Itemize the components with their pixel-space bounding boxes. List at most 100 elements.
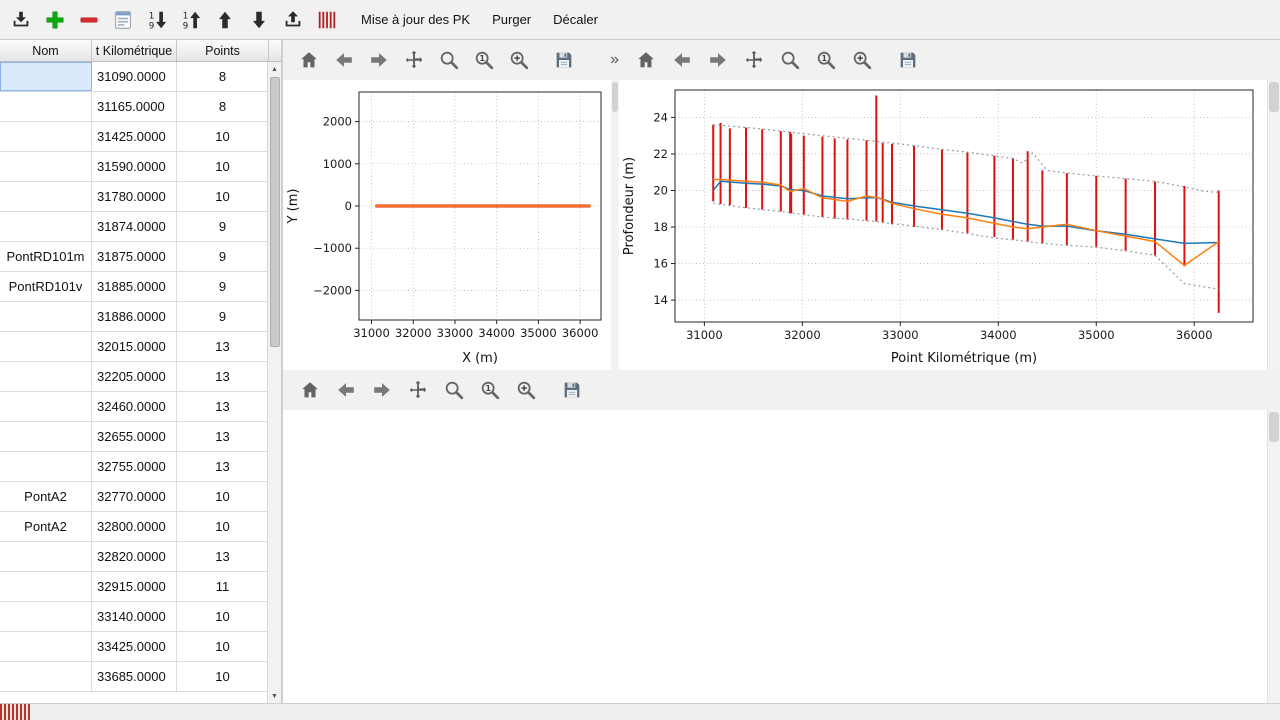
resize-grip-stripes[interactable]: [0, 704, 30, 720]
toolbar-overflow-chevron[interactable]: »: [610, 51, 619, 69]
cell-nom[interactable]: [0, 422, 92, 451]
plot2-scrollbar[interactable]: [1267, 80, 1280, 370]
cell-point-kilometrique[interactable]: 31780.0000: [92, 182, 177, 211]
cell-points[interactable]: 10: [177, 512, 269, 541]
table-row[interactable]: 32820.000013: [0, 542, 281, 572]
zoom-icon[interactable]: [441, 377, 467, 403]
cell-points[interactable]: 10: [177, 602, 269, 631]
cell-point-kilometrique[interactable]: 31165.0000: [92, 92, 177, 121]
table-row[interactable]: 32915.000011: [0, 572, 281, 602]
cell-point-kilometrique[interactable]: 31875.0000: [92, 242, 177, 271]
table-row[interactable]: 32755.000013: [0, 452, 281, 482]
cell-point-kilometrique[interactable]: 32655.0000: [92, 422, 177, 451]
cell-nom[interactable]: PontA2: [0, 482, 92, 511]
cell-nom[interactable]: PontRD101m: [0, 242, 92, 271]
cell-points[interactable]: 9: [177, 212, 269, 241]
cell-points[interactable]: 10: [177, 632, 269, 661]
plot3-scrollbar-thumb[interactable]: [1269, 412, 1279, 442]
pan-icon[interactable]: [405, 377, 431, 403]
cell-points[interactable]: 13: [177, 392, 269, 421]
table-row[interactable]: 31886.00009: [0, 302, 281, 332]
export-icon[interactable]: [278, 5, 308, 35]
cell-point-kilometrique[interactable]: 31425.0000: [92, 122, 177, 151]
cell-nom[interactable]: [0, 632, 92, 661]
cell-nom[interactable]: [0, 452, 92, 481]
cell-points[interactable]: 13: [177, 542, 269, 571]
cell-nom[interactable]: [0, 302, 92, 331]
cell-points[interactable]: 8: [177, 92, 269, 121]
cell-nom[interactable]: [0, 662, 92, 691]
add-icon[interactable]: [40, 5, 70, 35]
back-icon[interactable]: [333, 377, 359, 403]
table-row[interactable]: 32460.000013: [0, 392, 281, 422]
plot1-scrollbar-thumb[interactable]: [612, 82, 618, 112]
cell-points[interactable]: 13: [177, 332, 269, 361]
save-icon[interactable]: [559, 377, 585, 403]
cell-point-kilometrique[interactable]: 33685.0000: [92, 662, 177, 691]
table-row[interactable]: 31090.00008: [0, 62, 281, 92]
scrollbar-thumb[interactable]: [270, 77, 280, 347]
cell-points[interactable]: 13: [177, 452, 269, 481]
cell-points[interactable]: 10: [177, 152, 269, 181]
table-row[interactable]: PontA232800.000010: [0, 512, 281, 542]
cell-point-kilometrique[interactable]: 32915.0000: [92, 572, 177, 601]
table-row[interactable]: PontA232770.000010: [0, 482, 281, 512]
back-icon[interactable]: [669, 47, 695, 73]
table-row[interactable]: 32205.000013: [0, 362, 281, 392]
cell-nom[interactable]: [0, 212, 92, 241]
table-row[interactable]: 31590.000010: [0, 152, 281, 182]
column-header-nom[interactable]: Nom: [0, 40, 92, 61]
stripes-icon[interactable]: [312, 5, 342, 35]
cell-point-kilometrique[interactable]: 32460.0000: [92, 392, 177, 421]
zoom-1-icon[interactable]: [813, 47, 839, 73]
cell-point-kilometrique[interactable]: 32755.0000: [92, 452, 177, 481]
zoom-rect-icon[interactable]: [513, 377, 539, 403]
action-button-purger[interactable]: Purger: [481, 7, 542, 32]
table-row[interactable]: PontRD101v31885.00009: [0, 272, 281, 302]
table-row[interactable]: 33425.000010: [0, 632, 281, 662]
sort-asc-icon[interactable]: [176, 5, 206, 35]
column-header-point-kilometrique[interactable]: t Kilométrique: [92, 40, 177, 61]
cell-points[interactable]: 10: [177, 122, 269, 151]
move-up-icon[interactable]: [210, 5, 240, 35]
cell-point-kilometrique[interactable]: 33140.0000: [92, 602, 177, 631]
cell-point-kilometrique[interactable]: 31874.0000: [92, 212, 177, 241]
cell-nom[interactable]: [0, 542, 92, 571]
table-row[interactable]: 31780.000010: [0, 182, 281, 212]
table-scrollbar[interactable]: ▲ ▼: [267, 62, 281, 703]
pan-icon[interactable]: [741, 47, 767, 73]
cell-nom[interactable]: PontRD101v: [0, 272, 92, 301]
cell-nom[interactable]: [0, 392, 92, 421]
cell-point-kilometrique[interactable]: 31090.0000: [92, 62, 177, 91]
table-row[interactable]: 31425.000010: [0, 122, 281, 152]
cell-point-kilometrique[interactable]: 32820.0000: [92, 542, 177, 571]
cell-point-kilometrique[interactable]: 32205.0000: [92, 362, 177, 391]
cell-nom[interactable]: [0, 182, 92, 211]
cell-nom[interactable]: [0, 62, 92, 91]
home-icon[interactable]: [633, 47, 659, 73]
back-icon[interactable]: [332, 47, 357, 73]
table-row[interactable]: 33685.000010: [0, 662, 281, 692]
cell-points[interactable]: 10: [177, 182, 269, 211]
cell-nom[interactable]: [0, 602, 92, 631]
cell-points[interactable]: 10: [177, 482, 269, 511]
cell-point-kilometrique[interactable]: 32015.0000: [92, 332, 177, 361]
cell-nom[interactable]: [0, 332, 92, 361]
table-row[interactable]: 31165.00008: [0, 92, 281, 122]
scroll-down-icon[interactable]: ▼: [268, 689, 282, 703]
column-header-points[interactable]: Points: [177, 40, 269, 61]
sort-desc-icon[interactable]: [142, 5, 172, 35]
zoom-rect-icon[interactable]: [506, 47, 531, 73]
cell-point-kilometrique[interactable]: 33425.0000: [92, 632, 177, 661]
remove-icon[interactable]: [74, 5, 104, 35]
zoom-1-icon[interactable]: [477, 377, 503, 403]
cell-points[interactable]: 8: [177, 62, 269, 91]
home-icon[interactable]: [297, 377, 323, 403]
form-icon[interactable]: [108, 5, 138, 35]
table-row[interactable]: 33140.000010: [0, 602, 281, 632]
profile-chart[interactable]: 3100032000330003400035000360001416182022…: [619, 80, 1267, 370]
cell-points[interactable]: 10: [177, 662, 269, 691]
cell-point-kilometrique[interactable]: 32800.0000: [92, 512, 177, 541]
pan-icon[interactable]: [402, 47, 427, 73]
cell-point-kilometrique[interactable]: 31885.0000: [92, 272, 177, 301]
